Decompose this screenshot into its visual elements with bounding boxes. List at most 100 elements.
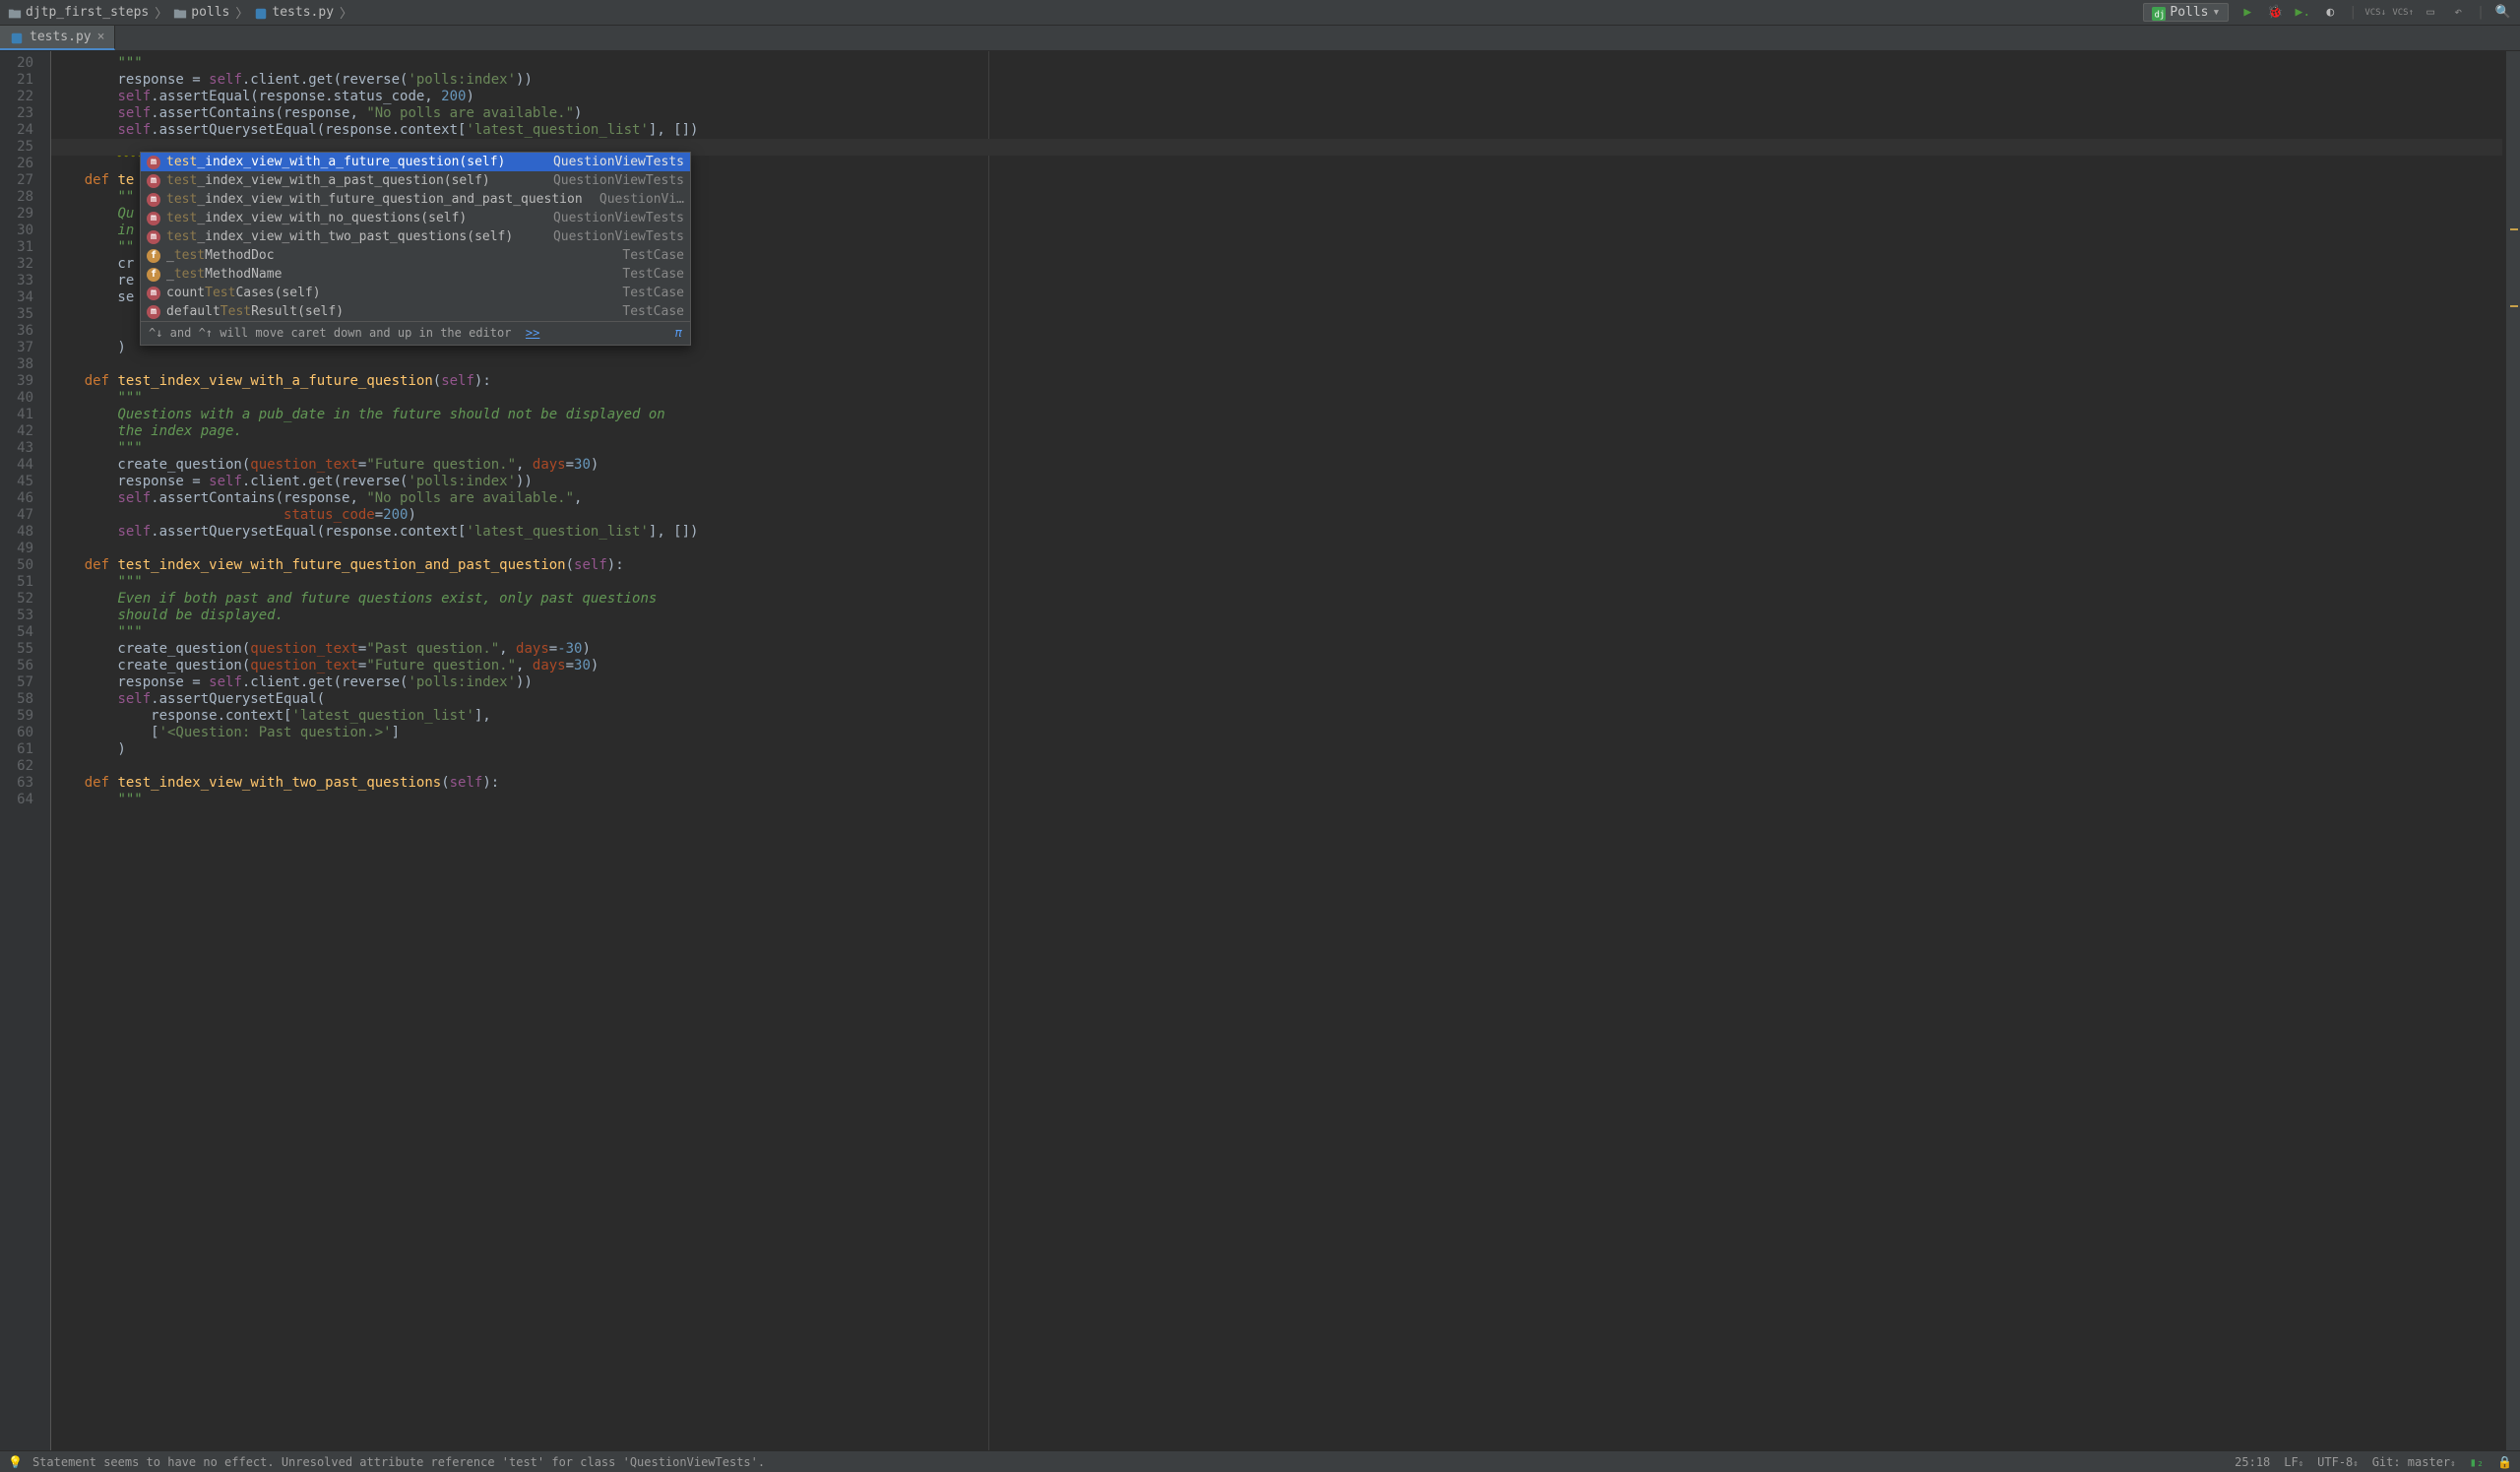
line-number-gutter[interactable]: 2021222324252627282930313233343536373839… (0, 51, 51, 1450)
caret-position[interactable]: 25:18 (2235, 1455, 2270, 1469)
line-number[interactable]: 46 (0, 490, 33, 507)
code-line[interactable]: """ (51, 624, 2520, 641)
completion-item[interactable]: mtest_index_view_with_two_past_questions… (141, 227, 690, 246)
completion-item[interactable]: mdefaultTestResult(self)TestCase (141, 302, 690, 321)
line-number[interactable]: 48 (0, 524, 33, 541)
debug-button[interactable]: 🐞 (2266, 4, 2284, 22)
code-line[interactable]: """ (51, 390, 2520, 407)
completion-item[interactable]: mtest_index_view_with_future_question_an… (141, 190, 690, 209)
code-line[interactable]: """ (51, 55, 2520, 72)
read-only-lock-icon[interactable]: 🔒 (2497, 1455, 2512, 1469)
file-encoding[interactable]: UTF-8⇕ (2317, 1455, 2359, 1469)
completion-item[interactable]: f_testMethodNameTestCase (141, 265, 690, 284)
line-number[interactable]: 26 (0, 156, 33, 172)
undo-icon[interactable]: ↶ (2449, 4, 2467, 22)
code-line[interactable]: def test_index_view_with_two_past_questi… (51, 775, 2520, 792)
code-line[interactable]: response = self.client.get(reverse('poll… (51, 72, 2520, 89)
completion-item[interactable]: mtest_index_view_with_a_past_question(se… (141, 171, 690, 190)
line-number[interactable]: 42 (0, 423, 33, 440)
code-line[interactable]: should be displayed. (51, 608, 2520, 624)
inspection-bulb-icon[interactable]: 💡 (8, 1455, 23, 1469)
completion-item[interactable]: f_testMethodDocTestCase (141, 246, 690, 265)
breadcrumb-file[interactable]: tests.py (254, 5, 334, 20)
line-number[interactable]: 57 (0, 674, 33, 691)
line-number[interactable]: 24 (0, 122, 33, 139)
code-line[interactable]: create_question(question_text="Future qu… (51, 658, 2520, 674)
completion-item[interactable]: mtest_index_view_with_a_future_question(… (141, 153, 690, 171)
code-line[interactable]: response.context['latest_question_list']… (51, 708, 2520, 725)
code-line[interactable]: Questions with a pub_date in the future … (51, 407, 2520, 423)
profile-button[interactable]: ◐ (2321, 4, 2339, 22)
line-number[interactable]: 45 (0, 474, 33, 490)
code-line[interactable]: self.assertQuerysetEqual(response.contex… (51, 524, 2520, 541)
line-number[interactable]: 53 (0, 608, 33, 624)
line-number[interactable]: 55 (0, 641, 33, 658)
code-line[interactable]: Even if both past and future questions e… (51, 591, 2520, 608)
line-number[interactable]: 30 (0, 223, 33, 239)
line-number[interactable]: 52 (0, 591, 33, 608)
line-number[interactable]: 60 (0, 725, 33, 741)
code-line[interactable]: self.assertQuerysetEqual( (51, 691, 2520, 708)
code-line[interactable]: self.assertContains(response, "No polls … (51, 490, 2520, 507)
line-number[interactable]: 40 (0, 390, 33, 407)
memory-indicator-icon[interactable]: ▮₂ (2470, 1455, 2484, 1469)
line-number[interactable]: 54 (0, 624, 33, 641)
line-number[interactable]: 28 (0, 189, 33, 206)
line-number[interactable]: 23 (0, 105, 33, 122)
completion-pi-icon[interactable]: π (675, 325, 682, 342)
code-line[interactable]: the index page. (51, 423, 2520, 440)
line-number[interactable]: 37 (0, 340, 33, 356)
line-number[interactable]: 34 (0, 289, 33, 306)
search-everywhere-icon[interactable]: 🔍 (2494, 4, 2512, 22)
line-number[interactable]: 41 (0, 407, 33, 423)
code-line[interactable]: response = self.client.get(reverse('poll… (51, 474, 2520, 490)
code-line[interactable]: self.assertQuerysetEqual(response.contex… (51, 122, 2520, 139)
run-coverage-button[interactable]: ▶. (2294, 4, 2311, 22)
code-line[interactable]: create_question(question_text="Past ques… (51, 641, 2520, 658)
line-number[interactable]: 44 (0, 457, 33, 474)
vcs-commit-button[interactable]: VCS↑ (2394, 4, 2412, 22)
line-number[interactable]: 39 (0, 373, 33, 390)
close-tab-icon[interactable]: × (97, 30, 105, 44)
line-number[interactable]: 51 (0, 574, 33, 591)
code-line[interactable]: """ (51, 792, 2520, 808)
breadcrumb-project[interactable]: djtp_first_steps (8, 5, 149, 20)
line-number[interactable]: 38 (0, 356, 33, 373)
code-line[interactable]: status_code=200) (51, 507, 2520, 524)
vcs-history-icon[interactable]: ▭ (2422, 4, 2439, 22)
code-line[interactable]: self.assertContains(response, "No polls … (51, 105, 2520, 122)
line-number[interactable]: 61 (0, 741, 33, 758)
line-number[interactable]: 56 (0, 658, 33, 674)
line-number[interactable]: 31 (0, 239, 33, 256)
editor-tab-tests[interactable]: tests.py × (0, 26, 115, 50)
line-number[interactable]: 21 (0, 72, 33, 89)
code-line[interactable] (51, 758, 2520, 775)
line-number[interactable]: 58 (0, 691, 33, 708)
line-number[interactable]: 64 (0, 792, 33, 808)
line-number[interactable]: 49 (0, 541, 33, 557)
code-line[interactable]: self.assertEqual(response.status_code, 2… (51, 89, 2520, 105)
warning-marker[interactable] (2510, 228, 2518, 230)
completion-item[interactable]: mcountTestCases(self)TestCase (141, 284, 690, 302)
editor-scrollbar[interactable] (2506, 51, 2520, 1450)
code-line[interactable]: create_question(question_text="Future qu… (51, 457, 2520, 474)
line-number[interactable]: 32 (0, 256, 33, 273)
run-configuration-selector[interactable]: dj Polls ▾ (2143, 3, 2229, 22)
completion-item[interactable]: mtest_index_view_with_no_questions(self)… (141, 209, 690, 227)
breadcrumb-folder[interactable]: polls (173, 5, 229, 20)
completion-hint-link[interactable]: >> (526, 326, 539, 340)
line-number[interactable]: 25 (0, 139, 33, 156)
line-number[interactable]: 35 (0, 306, 33, 323)
run-button[interactable]: ▶ (2238, 4, 2256, 22)
line-number[interactable]: 20 (0, 55, 33, 72)
line-number[interactable]: 43 (0, 440, 33, 457)
code-line[interactable]: """ (51, 440, 2520, 457)
line-number[interactable]: 36 (0, 323, 33, 340)
code-line[interactable]: def test_index_view_with_a_future_questi… (51, 373, 2520, 390)
git-branch[interactable]: Git: master⇕ (2372, 1455, 2456, 1469)
code-line[interactable]: response = self.client.get(reverse('poll… (51, 674, 2520, 691)
line-number[interactable]: 63 (0, 775, 33, 792)
line-number[interactable]: 62 (0, 758, 33, 775)
line-number[interactable]: 27 (0, 172, 33, 189)
line-number[interactable]: 47 (0, 507, 33, 524)
